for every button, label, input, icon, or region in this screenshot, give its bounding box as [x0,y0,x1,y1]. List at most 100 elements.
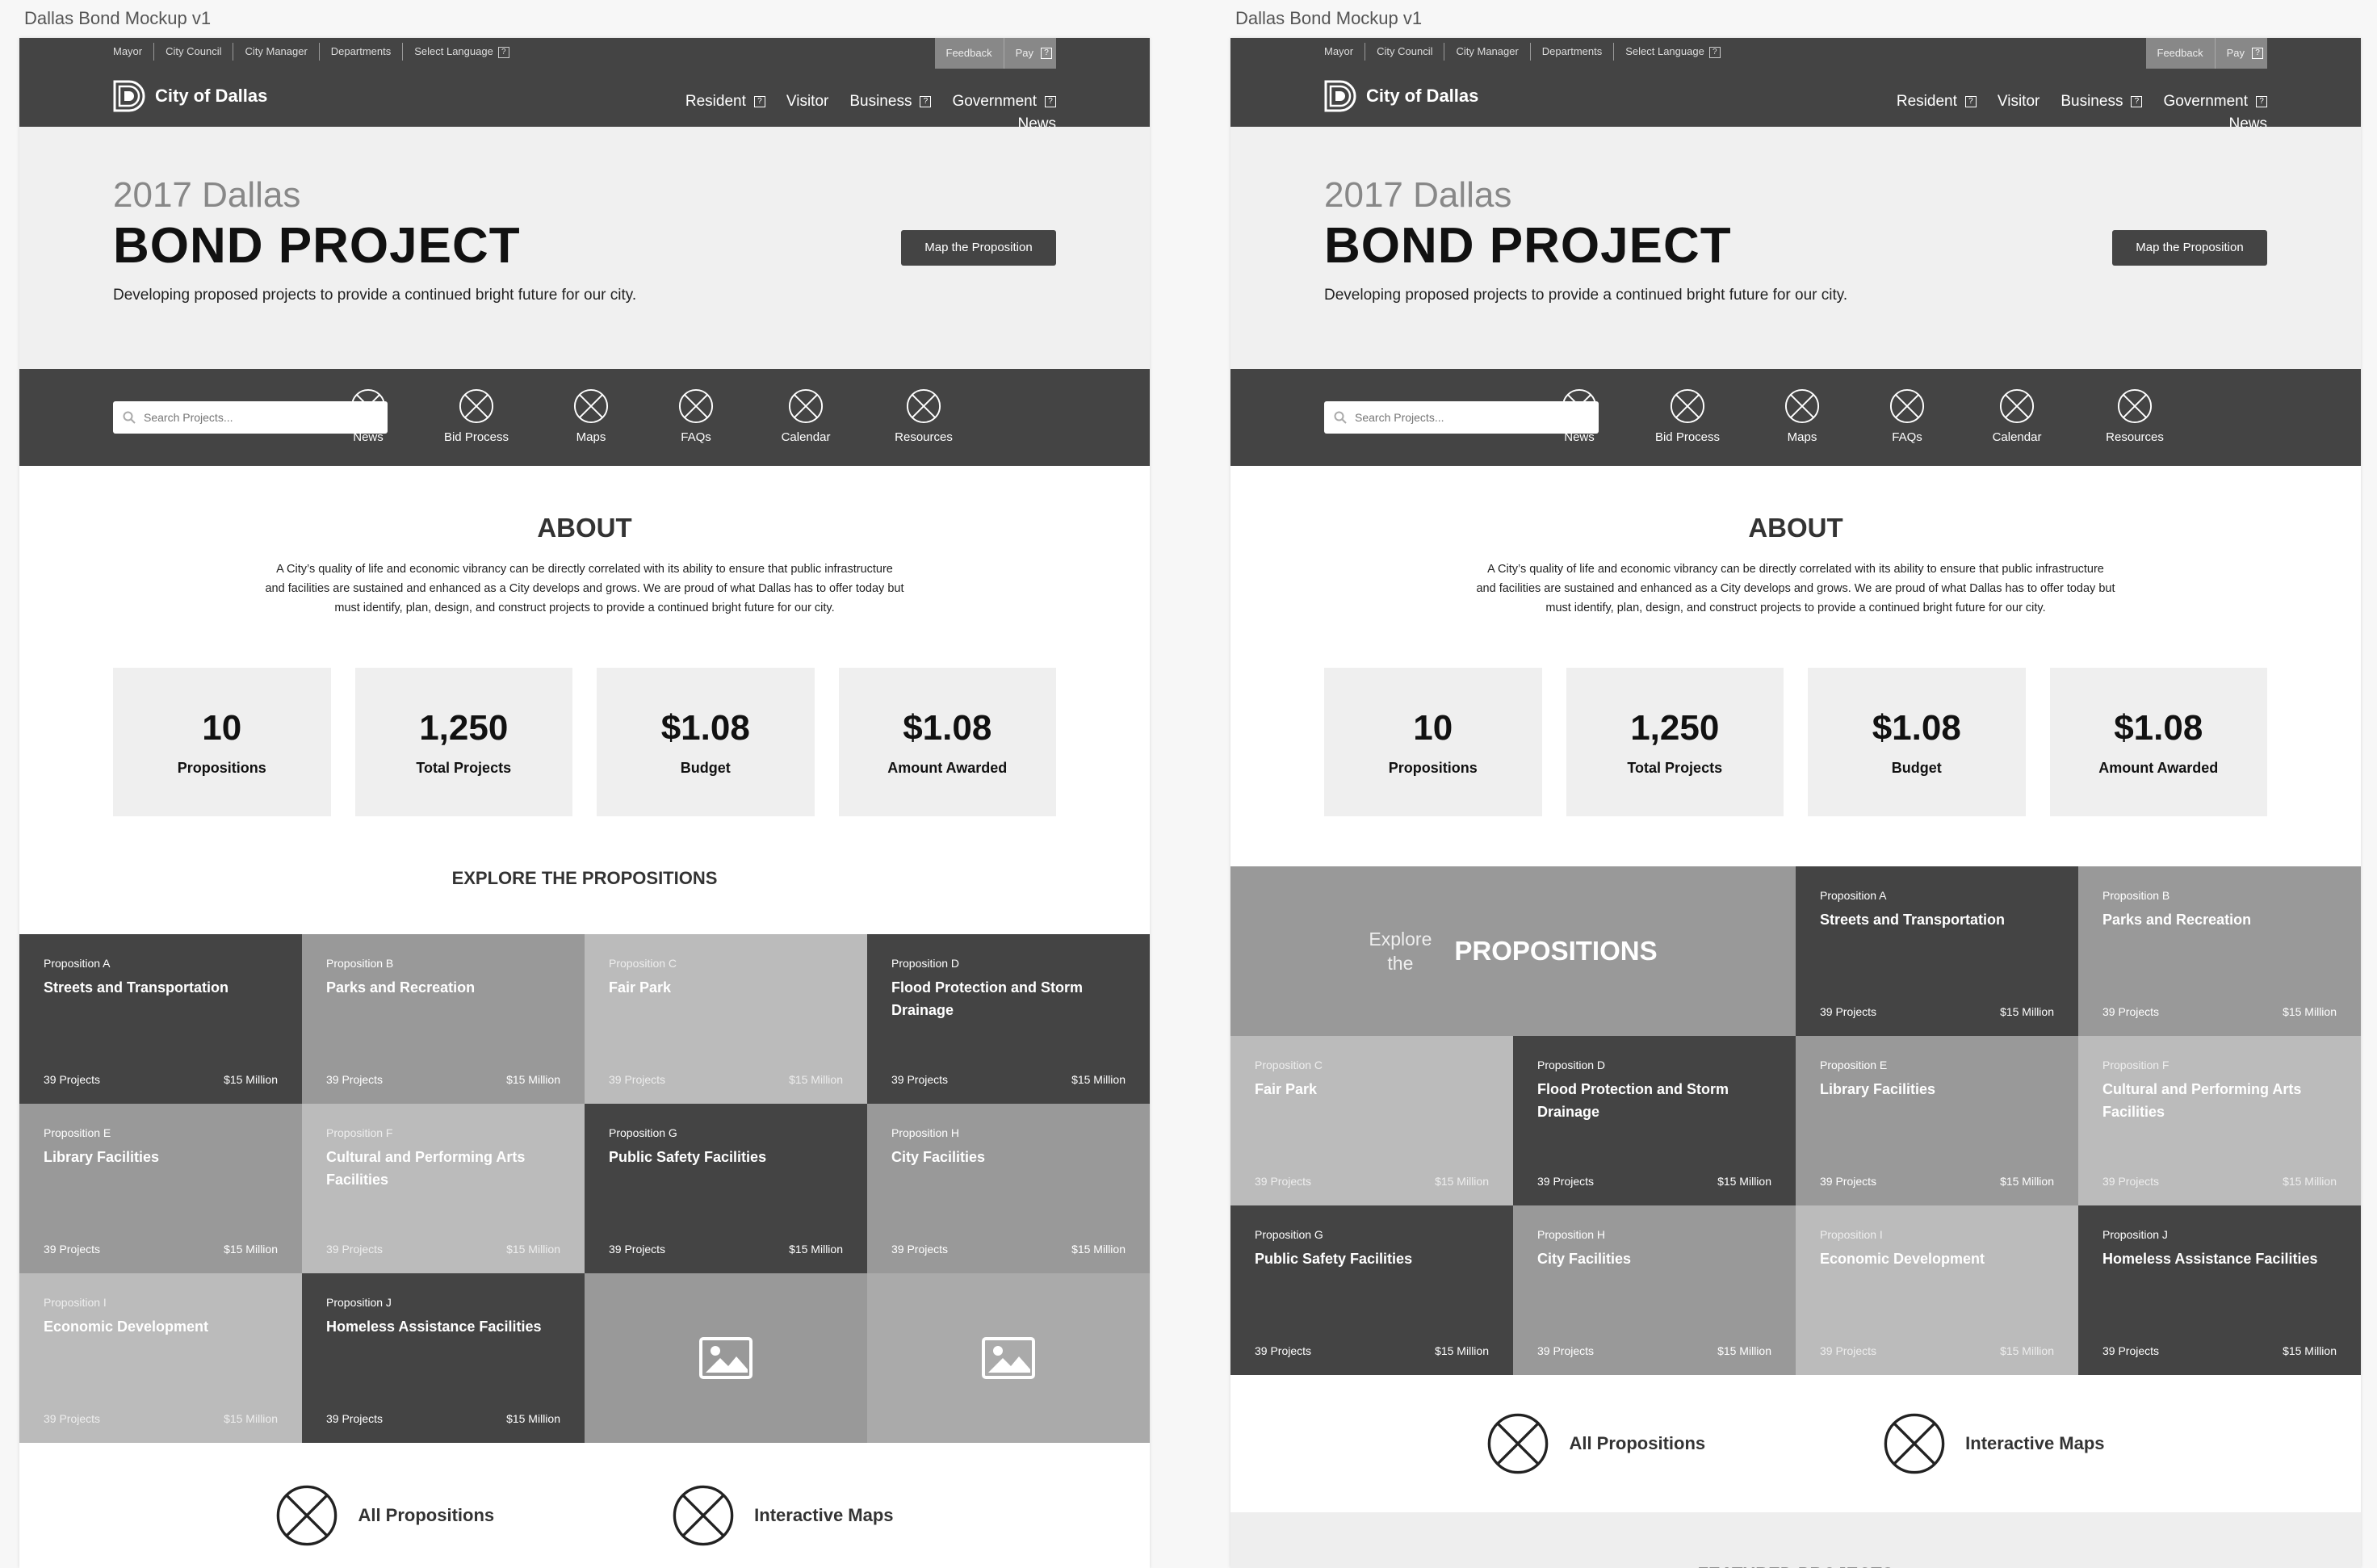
nav-business[interactable]: Business? [849,93,932,111]
placeholder-icon: ? [753,96,765,107]
project-amount: $15 Million [2000,1005,2054,1018]
utility-link-departments[interactable]: Departments [320,43,404,61]
proposition-tile[interactable]: Proposition A Streets and Transportation… [19,934,302,1104]
quick-link-news[interactable]: News [1531,388,1628,444]
proposition-tile[interactable]: Proposition H City Facilities 39 Project… [1513,1205,1796,1375]
utility-link-mayor[interactable]: Mayor [113,43,155,61]
quick-link-resources[interactable]: Resources [875,388,972,444]
quick-link-faqs[interactable]: FAQs [648,388,744,444]
proposition-tile[interactable]: Proposition G Public Safety Facilities 3… [1230,1205,1513,1375]
proposition-label: Proposition I [44,1296,107,1309]
project-amount: $15 Million [1717,1344,1771,1357]
utility-nav: Mayor City Council City Manager Departme… [1324,43,1732,61]
nav-business[interactable]: Business? [2060,93,2143,111]
nav-visitor[interactable]: Visitor [1998,93,2040,111]
all-propositions-link[interactable]: All Propositions [1486,1412,1705,1475]
proposition-tile[interactable]: Proposition J Homeless Assistance Facili… [2078,1205,2361,1375]
proposition-tile[interactable]: Proposition I Economic Development 39 Pr… [19,1273,302,1443]
quick-link-bid-process[interactable]: Bid Process [428,388,525,444]
proposition-label: Proposition C [1255,1059,1323,1071]
proposition-label: Proposition J [2102,1228,2168,1241]
nav-government-label: Government [952,93,1037,110]
quick-link-bid-process[interactable]: Bid Process [1639,388,1736,444]
proposition-footer: 39 Projects $15 Million [44,1073,278,1086]
utility-link-mayor[interactable]: Mayor [1324,43,1366,61]
utility-link-city-manager[interactable]: City Manager [233,43,320,61]
all-propositions-label: All Propositions [1569,1433,1706,1453]
project-count: 39 Projects [44,1412,101,1425]
proposition-tile[interactable]: Proposition F Cultural and Performing Ar… [2078,1036,2361,1205]
city-logo[interactable]: City of Dallas [111,78,267,114]
search-icon [1334,411,1347,424]
placeholder-circle-icon [459,388,494,424]
proposition-tile[interactable]: Proposition J Homeless Assistance Facili… [302,1273,585,1443]
main-nav: Resident? Visitor Business? Government? [685,93,1056,111]
utility-link-city-manager[interactable]: City Manager [1444,43,1531,61]
project-count: 39 Projects [326,1073,384,1086]
explore-word: Explore [1369,929,1432,950]
nav-visitor[interactable]: Visitor [786,93,828,111]
proposition-tile[interactable]: Proposition C Fair Park 39 Projects $15 M… [1230,1036,1513,1205]
select-language-label: Select Language [1625,45,1704,57]
proposition-tile[interactable]: Proposition D Flood Protection and Storm… [1513,1036,1796,1205]
project-count: 39 Projects [1537,1344,1595,1357]
proposition-name: Streets and Transportation [1820,912,2006,928]
proposition-tile[interactable]: Proposition E Library Facilities 39 Proj… [19,1104,302,1273]
project-count: 39 Projects [326,1243,384,1256]
feedback-button[interactable]: Feedback [2146,38,2216,69]
select-language-link[interactable]: Select Language? [403,43,521,61]
project-count: 39 Projects [891,1243,949,1256]
nav-resident-label: Resident [685,93,746,110]
interactive-maps-link[interactable]: Interactive Maps [1883,1412,2105,1475]
utility-link-city-council[interactable]: City Council [154,43,234,61]
quick-link-calendar[interactable]: Calendar [1968,388,2065,444]
proposition-name: Public Safety Facilities [1255,1251,1413,1267]
proposition-tile[interactable]: Proposition C Fair Park 39 Projects $15 M… [585,934,867,1104]
feedback-button[interactable]: Feedback [935,38,1004,69]
nav-resident[interactable]: Resident? [685,93,765,111]
nav-government-label: Government [2163,93,2248,110]
nav-government[interactable]: Government? [2163,93,2267,111]
proposition-tile[interactable]: Proposition D Flood Protection and Storm… [867,934,1150,1104]
proposition-footer: 39 Projects $15 Million [1255,1175,1489,1188]
utility-link-city-council[interactable]: City Council [1365,43,1445,61]
pay-button[interactable]: Pay [2216,38,2248,69]
project-amount: $15 Million [224,1073,278,1086]
proposition-tile[interactable]: Proposition F Cultural and Performing Ar… [302,1104,585,1273]
quick-link-calendar[interactable]: Calendar [757,388,854,444]
proposition-tile[interactable]: Proposition E Library Facilities 39 Proj… [1796,1036,2078,1205]
quick-link-maps[interactable]: Maps [543,388,639,444]
proposition-tile[interactable]: Proposition B Parks and Recreation 39 Pr… [2078,866,2361,1036]
map-proposition-button[interactable]: Map the Proposition [2112,230,2267,266]
stat-label: Propositions [1388,759,1478,776]
stat-value: 1,250 [1630,707,1720,748]
city-logo[interactable]: City of Dallas [1323,78,1478,114]
map-proposition-button[interactable]: Map the Proposition [901,230,1056,266]
proposition-footer: 39 Projects $15 Million [1255,1344,1489,1357]
all-propositions-link[interactable]: All Propositions [275,1484,494,1547]
proposition-tile[interactable]: Proposition H City Facilities 39 Project… [867,1104,1150,1273]
select-language-link[interactable]: Select Language? [1614,43,1732,61]
quick-link-news[interactable]: News [320,388,417,444]
project-amount: $15 Million [789,1243,843,1256]
quick-link-faqs[interactable]: FAQs [1859,388,1956,444]
hero-banner: 2017 Dallas BOND PROJECT Developing prop… [19,127,1150,369]
placeholder-circle-icon [678,388,714,424]
proposition-footer: 39 Projects $15 Million [326,1412,560,1425]
proposition-name: Flood Protection and Storm Drainage [1537,1081,1729,1120]
quick-link-label: News [1564,430,1595,444]
nav-resident[interactable]: Resident? [1897,93,1977,111]
interactive-maps-link[interactable]: Interactive Maps [672,1484,894,1547]
project-count: 39 Projects [326,1412,384,1425]
proposition-tile[interactable]: Proposition G Public Safety Facilities 3… [585,1104,867,1273]
pay-button[interactable]: Pay [1004,38,1037,69]
quick-link-maps[interactable]: Maps [1754,388,1851,444]
quick-link-resources[interactable]: Resources [2086,388,2183,444]
utility-link-departments[interactable]: Departments [1531,43,1615,61]
page-title: BOND PROJECT [113,218,521,274]
about-text: A City’s quality of life and economic vi… [237,560,932,618]
proposition-tile[interactable]: Proposition A Streets and Transportation… [1796,866,2078,1036]
proposition-tile[interactable]: Proposition B Parks and Recreation 39 Pr… [302,934,585,1104]
proposition-tile[interactable]: Proposition I Economic Development 39 Pr… [1796,1205,2078,1375]
nav-government[interactable]: Government? [952,93,1056,111]
